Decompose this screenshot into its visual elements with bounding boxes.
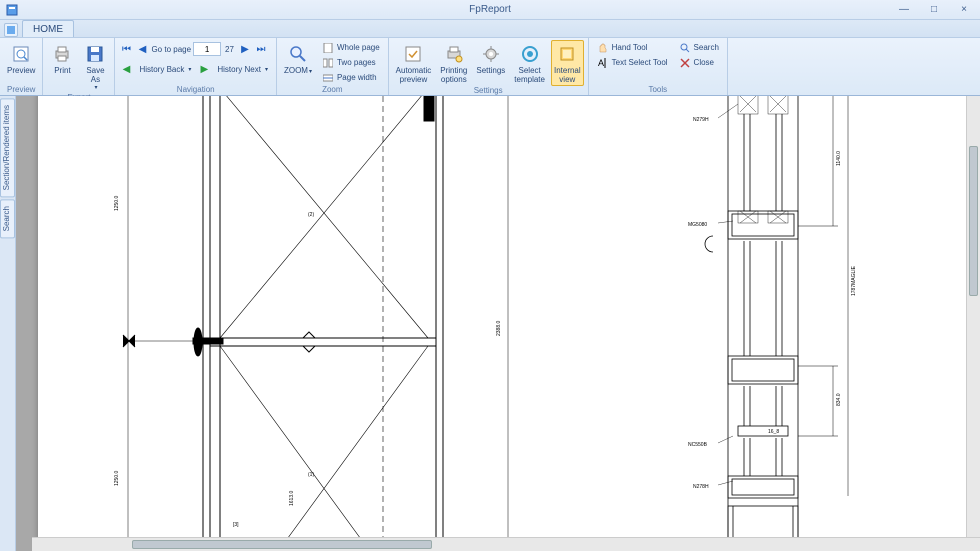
vertical-scrollbar[interactable] bbox=[966, 96, 980, 537]
scrollbar-thumb[interactable] bbox=[132, 540, 432, 549]
group-export: Print Save As ▾ Export bbox=[43, 38, 115, 95]
save-icon bbox=[85, 44, 105, 64]
print-button[interactable]: Print bbox=[47, 40, 77, 77]
tab-row: HOME bbox=[0, 20, 980, 38]
settings-button[interactable]: Settings bbox=[473, 40, 508, 77]
preview-icon bbox=[11, 44, 31, 64]
tab-home[interactable]: HOME bbox=[22, 20, 74, 37]
print-icon bbox=[52, 44, 72, 64]
first-page-button[interactable]: ⏮ bbox=[119, 42, 133, 56]
automatic-preview-button[interactable]: Automatic preview bbox=[393, 40, 435, 86]
qat-button[interactable] bbox=[4, 23, 18, 37]
group-tools: Hand Tool A Text Select Tool Search Clos… bbox=[589, 38, 728, 95]
template-icon bbox=[520, 44, 540, 64]
content-area: Section/Rendered items Search bbox=[0, 96, 980, 551]
horizontal-scrollbar[interactable] bbox=[32, 537, 980, 551]
save-as-button[interactable]: Save As ▾ bbox=[80, 40, 110, 93]
two-pages-icon bbox=[322, 57, 334, 69]
next-page-button[interactable]: ▶ bbox=[238, 42, 252, 56]
page-number-input[interactable] bbox=[193, 42, 221, 56]
svg-text:2388.0: 2388.0 bbox=[496, 320, 502, 336]
prev-page-button[interactable]: ◀ bbox=[135, 42, 149, 56]
two-pages-button[interactable]: Two pages bbox=[318, 55, 384, 70]
side-tab-sections[interactable]: Section/Rendered items bbox=[0, 98, 15, 197]
minimize-button[interactable]: — bbox=[890, 1, 918, 17]
history-back-button[interactable]: History Back▾ bbox=[135, 62, 195, 77]
save-as-dropdown-icon: ▾ bbox=[94, 84, 97, 91]
svg-text:N278H: N278H bbox=[693, 484, 709, 490]
text-select-icon: A bbox=[597, 57, 609, 69]
svg-text:(1): (1) bbox=[308, 472, 314, 478]
svg-text:A: A bbox=[598, 58, 604, 68]
group-navigation: ⏮ ◀ Go to page 27 ▶ ⏭ ◀ History Back▾ ▶ … bbox=[115, 38, 277, 95]
svg-text:834.0: 834.0 bbox=[836, 393, 842, 406]
search-button[interactable]: Search bbox=[675, 40, 723, 55]
auto-preview-icon bbox=[403, 44, 423, 64]
zoom-icon bbox=[288, 44, 308, 64]
ribbon: Preview Preview Print Save As ▾ Export bbox=[0, 38, 980, 96]
page-width-icon bbox=[322, 72, 334, 84]
close-button[interactable]: × bbox=[950, 1, 978, 17]
group-preview: Preview Preview bbox=[0, 38, 43, 95]
history-back-arrow[interactable]: ◀ bbox=[119, 62, 133, 76]
history-next-arrow[interactable]: ▶ bbox=[197, 62, 211, 76]
svg-text:MG5080: MG5080 bbox=[688, 222, 707, 228]
svg-text:1140.0: 1140.0 bbox=[836, 151, 842, 166]
report-page: 1250.0 1250.0 (2) (1) [3] 1613.0 2388.0 bbox=[38, 96, 978, 551]
select-template-button[interactable]: Select template bbox=[511, 40, 548, 86]
svg-text:1787MAGLIE: 1787MAGLIE bbox=[851, 265, 857, 296]
title-bar: FpReport — □ × bbox=[0, 0, 980, 20]
preview-button[interactable]: Preview bbox=[4, 40, 38, 77]
group-zoom: ZOOM▾ Whole page Two pages Page width Zo… bbox=[277, 38, 389, 95]
technical-drawing: 1250.0 1250.0 (2) (1) [3] 1613.0 2388.0 bbox=[38, 96, 978, 551]
printing-options-icon bbox=[444, 44, 464, 64]
svg-text:16_8: 16_8 bbox=[768, 429, 779, 435]
last-page-button[interactable]: ⏭ bbox=[254, 42, 268, 56]
history-next-button[interactable]: History Next▾ bbox=[213, 62, 272, 77]
page-width-button[interactable]: Page width bbox=[318, 70, 384, 85]
search-icon bbox=[679, 42, 691, 54]
page-total-label: 27 bbox=[223, 45, 236, 54]
svg-text:[3]: [3] bbox=[233, 522, 239, 528]
svg-text:1250.0: 1250.0 bbox=[114, 195, 120, 211]
svg-text:N279H: N279H bbox=[693, 117, 709, 123]
side-tab-search[interactable]: Search bbox=[0, 199, 15, 238]
app-icon bbox=[4, 2, 20, 18]
group-settings: Automatic preview Printing options Setti… bbox=[389, 38, 589, 95]
printing-options-button[interactable]: Printing options bbox=[437, 40, 470, 86]
hand-icon bbox=[597, 42, 609, 54]
text-select-tool-button[interactable]: A Text Select Tool bbox=[593, 55, 672, 70]
svg-text:1613.0: 1613.0 bbox=[289, 490, 295, 506]
close-icon bbox=[679, 57, 691, 69]
canvas[interactable]: 1250.0 1250.0 (2) (1) [3] 1613.0 2388.0 bbox=[16, 96, 980, 551]
svg-text:NC550B: NC550B bbox=[688, 442, 708, 448]
maximize-button[interactable]: □ bbox=[920, 1, 948, 17]
zoom-button[interactable]: ZOOM▾ bbox=[281, 40, 315, 79]
svg-text:(2): (2) bbox=[308, 212, 314, 218]
hand-tool-button[interactable]: Hand Tool bbox=[593, 40, 672, 55]
scrollbar-thumb[interactable] bbox=[969, 146, 978, 296]
whole-page-button[interactable]: Whole page bbox=[318, 40, 384, 55]
gear-icon bbox=[481, 44, 501, 64]
whole-page-icon bbox=[322, 42, 334, 54]
svg-text:1250.0: 1250.0 bbox=[114, 470, 120, 486]
internal-view-button[interactable]: Internal view bbox=[551, 40, 584, 86]
window-title: FpReport bbox=[469, 4, 511, 15]
side-tabs: Section/Rendered items Search bbox=[0, 96, 16, 551]
internal-view-icon bbox=[557, 44, 577, 64]
close-tool-button[interactable]: Close bbox=[675, 55, 723, 70]
